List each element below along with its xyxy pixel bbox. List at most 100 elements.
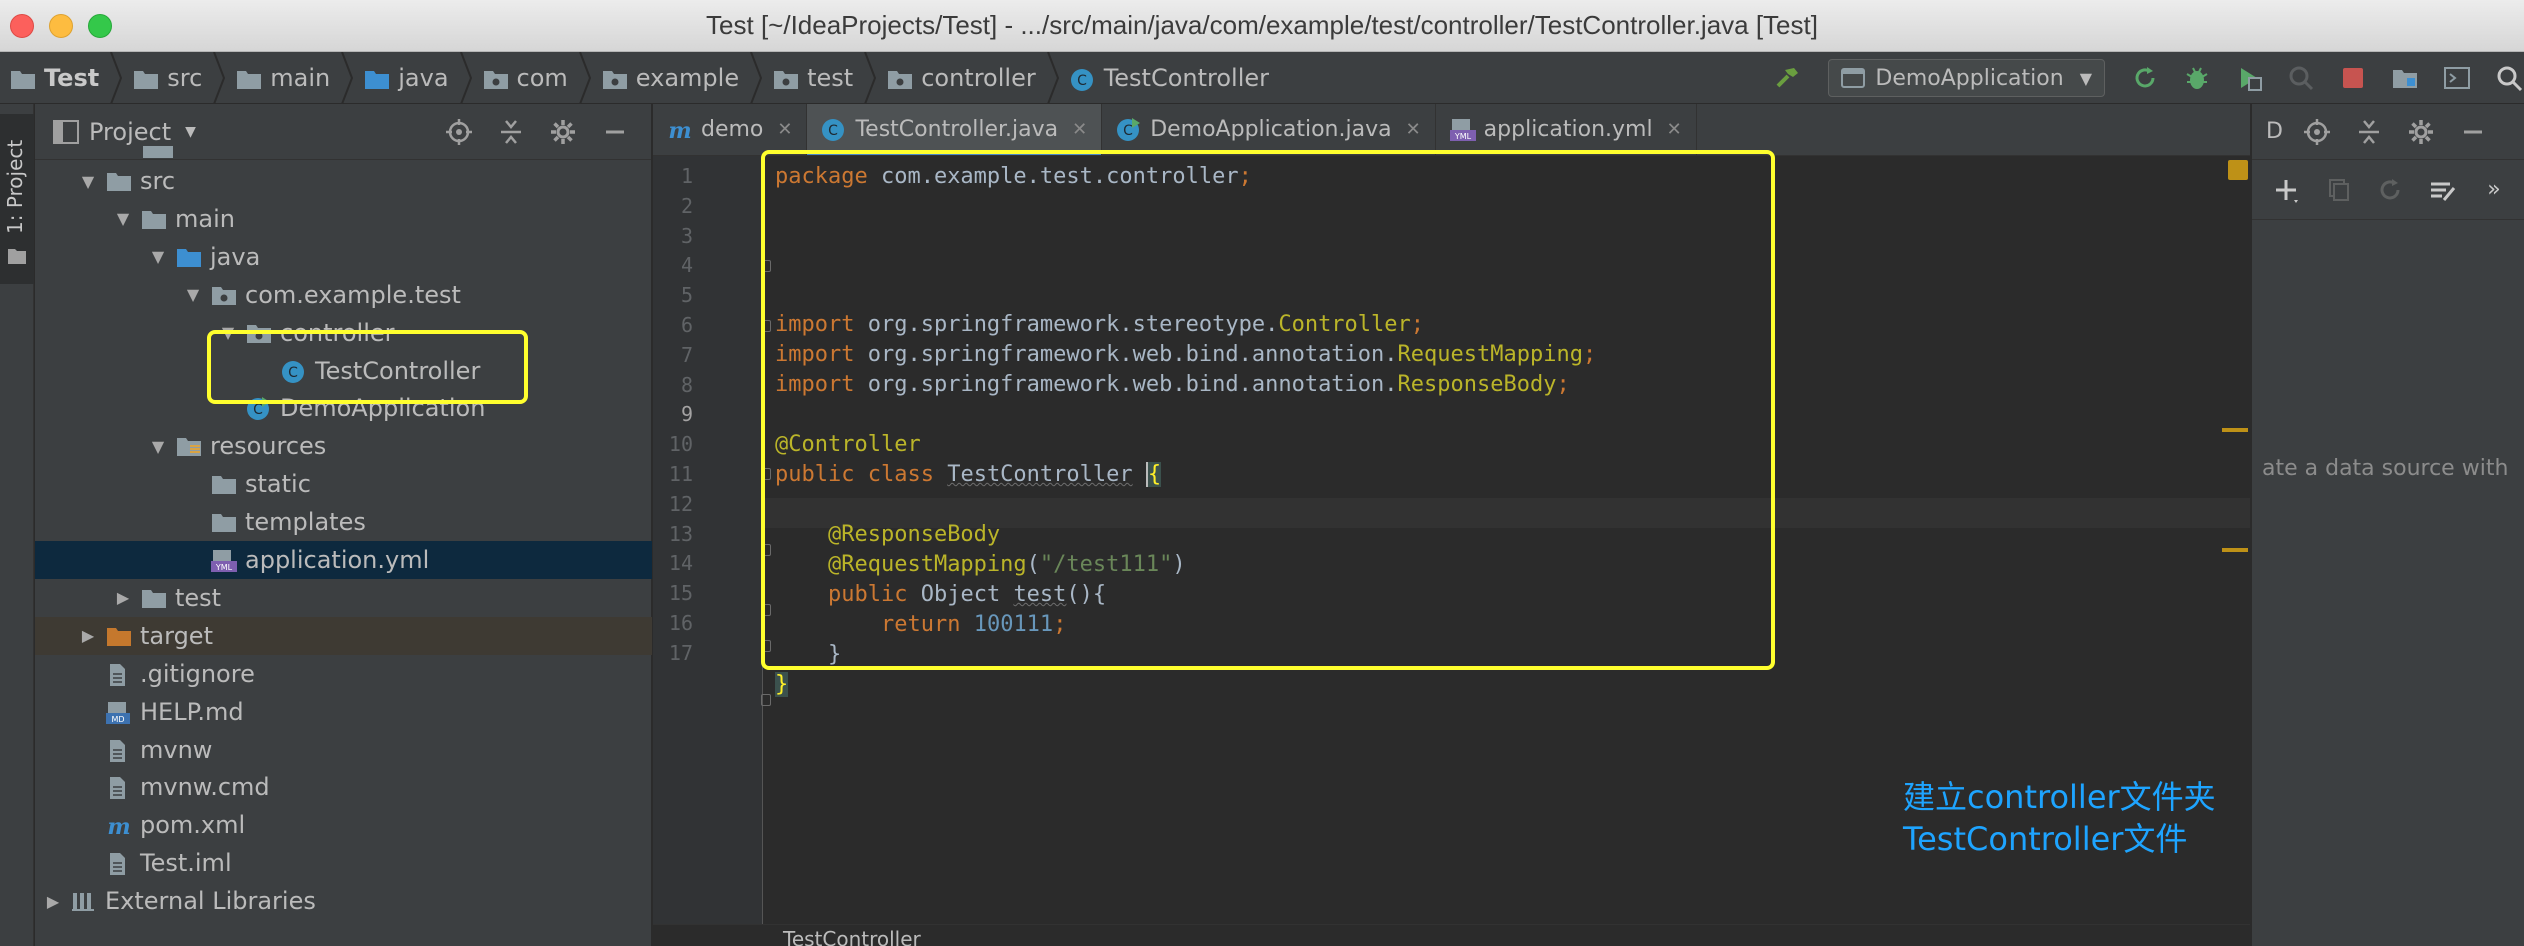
- breadcrumb-item-testcontroller[interactable]: C TestController: [1070, 64, 1269, 92]
- editor-tab-demoapplication-java[interactable]: C DemoApplication.java ✕: [1102, 104, 1436, 155]
- line-number[interactable]: 3: [653, 224, 693, 248]
- minimize-window-button[interactable]: [49, 14, 73, 38]
- error-stripe-mark[interactable]: [2222, 548, 2248, 552]
- gear-icon[interactable]: [2406, 117, 2436, 147]
- tree-item-mvnw[interactable]: mvnw: [35, 731, 652, 769]
- project-tool-window-tab[interactable]: 1: Project: [0, 114, 34, 284]
- svg-text:C: C: [829, 123, 839, 139]
- line-number[interactable]: 1: [653, 164, 693, 188]
- tree-item-external-libraries[interactable]: ▶ External Libraries: [35, 882, 652, 920]
- folder-icon: [106, 170, 132, 192]
- tree-item-templates[interactable]: templates: [35, 503, 652, 541]
- terminal-icon[interactable]: [2442, 63, 2472, 93]
- tree-item-static[interactable]: static: [35, 465, 652, 503]
- line-number[interactable]: 6: [653, 313, 693, 337]
- error-stripe-mark[interactable]: [2222, 428, 2248, 432]
- project-view-title[interactable]: Project: [89, 118, 171, 146]
- tree-item-application-yml[interactable]: YML application.yml: [35, 541, 652, 579]
- chevron-down-icon[interactable]: ▼: [113, 209, 133, 228]
- chevron-down-icon[interactable]: ▼: [148, 247, 168, 266]
- editor-breadcrumb-item[interactable]: TestController: [783, 927, 921, 946]
- tree-item-java[interactable]: ▼ java: [35, 238, 652, 276]
- close-tab-icon[interactable]: ✕: [1406, 119, 1421, 140]
- chevron-right-icon[interactable]: ▶: [113, 588, 133, 607]
- tree-item-test[interactable]: ▶ test: [35, 579, 652, 617]
- database-empty-hint[interactable]: ate a data source with: [2262, 456, 2508, 481]
- breadcrumb-item-test[interactable]: Test: [10, 64, 99, 92]
- chevron-right-icon[interactable]: ▶: [43, 892, 63, 911]
- fold-marker-icon[interactable]: [761, 694, 771, 706]
- chevron-down-icon[interactable]: ▼: [183, 285, 203, 304]
- source-folder-icon: [364, 68, 390, 89]
- line-number[interactable]: 15: [653, 581, 693, 605]
- tree-item-mvnw-cmd[interactable]: mvnw.cmd: [35, 768, 652, 806]
- run-coverage-icon[interactable]: [2234, 63, 2264, 93]
- breadcrumb-item-src[interactable]: src: [133, 64, 202, 92]
- run-configuration-select[interactable]: DemoApplication ▼: [1828, 59, 2105, 97]
- line-number[interactable]: 2: [653, 194, 693, 218]
- scrolled-row-fragment: [143, 146, 183, 158]
- chevron-down-icon[interactable]: ▼: [148, 437, 168, 456]
- chevron-down-icon[interactable]: ▼: [185, 124, 196, 140]
- sync-schema-icon[interactable]: [2427, 175, 2457, 205]
- tree-item-resources[interactable]: ▼ resources: [35, 427, 652, 465]
- search-everywhere-icon[interactable]: [2494, 63, 2524, 93]
- collapse-all-icon[interactable]: [496, 117, 526, 147]
- breadcrumb-item-controller[interactable]: controller: [887, 64, 1036, 92]
- close-tab-icon[interactable]: ✕: [777, 119, 792, 140]
- editor-tab-testcontroller-java[interactable]: C TestController.java ✕: [807, 104, 1103, 155]
- line-number[interactable]: 4: [653, 253, 693, 277]
- tree-item-help-md[interactable]: MD HELP.md: [35, 693, 652, 731]
- tree-item-pom-xml[interactable]: m pom.xml: [35, 806, 652, 844]
- collapse-all-icon[interactable]: [2354, 117, 2384, 147]
- rerun-icon[interactable]: [2130, 63, 2160, 93]
- breadcrumb-item-com[interactable]: com: [483, 64, 568, 92]
- locate-target-icon[interactable]: [2302, 117, 2332, 147]
- project-structure-icon[interactable]: [2390, 63, 2420, 93]
- tree-item-target[interactable]: ▶ target: [35, 616, 652, 655]
- editor-tab-application-yml[interactable]: YML application.yml ✕: [1436, 104, 1697, 155]
- line-number[interactable]: 12: [653, 492, 693, 516]
- chevron-double-right-icon[interactable]: »: [2479, 175, 2509, 205]
- breadcrumb-item-example[interactable]: example: [602, 64, 739, 92]
- line-number[interactable]: 14: [653, 551, 693, 575]
- close-tab-icon[interactable]: ✕: [1667, 119, 1682, 140]
- breadcrumb-item-main[interactable]: main: [236, 64, 330, 92]
- tree-item--gitignore[interactable]: .gitignore: [35, 655, 652, 693]
- breadcrumb-item-java[interactable]: java: [364, 64, 449, 92]
- line-number[interactable]: 10: [653, 432, 693, 456]
- chevron-down-icon[interactable]: ▼: [78, 172, 98, 191]
- line-number[interactable]: 8: [653, 373, 693, 397]
- breadcrumb-item-test[interactable]: test: [773, 64, 853, 92]
- code-editor[interactable]: 1 2 3 4 5 6 7 8 9 10 11 12 13 14 15 16 17 package com.ex…: [653, 150, 2250, 946]
- tree-item-com-example-test[interactable]: ▼ com.example.test: [35, 276, 652, 314]
- build-hammer-icon[interactable]: [1773, 63, 1803, 93]
- stop-icon[interactable]: [2338, 63, 2368, 93]
- add-datasource-icon[interactable]: [2271, 175, 2301, 205]
- inspection-status-icon[interactable]: [2228, 160, 2248, 180]
- profiler-icon[interactable]: [2286, 63, 2316, 93]
- tree-item-test-iml[interactable]: Test.iml: [35, 844, 652, 882]
- zoom-window-button[interactable]: [88, 14, 112, 38]
- debug-bug-icon[interactable]: [2182, 63, 2212, 93]
- copy-icon[interactable]: [2323, 175, 2353, 205]
- line-number[interactable]: 16: [653, 611, 693, 635]
- line-number[interactable]: 9: [653, 402, 693, 426]
- package-icon: [211, 284, 237, 306]
- hide-panel-icon[interactable]: [600, 117, 630, 147]
- locate-target-icon[interactable]: [444, 117, 474, 147]
- gear-icon[interactable]: [548, 117, 578, 147]
- editor-tab-demo[interactable]: m demo ✕: [653, 104, 808, 155]
- line-number[interactable]: 7: [653, 343, 693, 367]
- close-window-button[interactable]: [10, 14, 34, 38]
- chevron-right-icon[interactable]: ▶: [78, 626, 98, 645]
- line-number[interactable]: 5: [653, 283, 693, 307]
- line-number[interactable]: 13: [653, 522, 693, 546]
- tree-item-main[interactable]: ▼ main: [35, 200, 652, 238]
- close-tab-icon[interactable]: ✕: [1072, 119, 1087, 140]
- line-number[interactable]: 11: [653, 462, 693, 486]
- tree-item-src[interactable]: ▼ src: [35, 162, 652, 200]
- hide-panel-icon[interactable]: [2458, 117, 2488, 147]
- line-number[interactable]: 17: [653, 641, 693, 665]
- refresh-icon[interactable]: [2375, 175, 2405, 205]
